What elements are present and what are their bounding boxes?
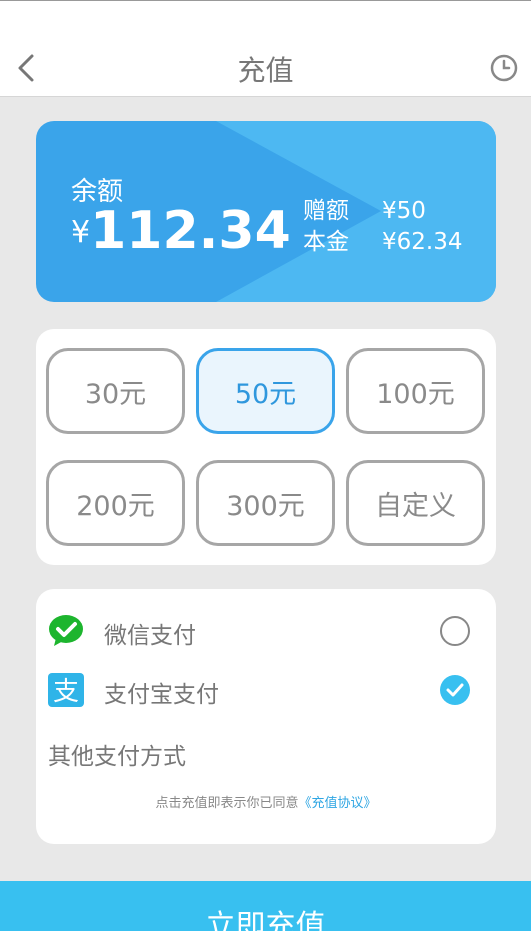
payment-methods: 微信支付 支 支付宝支付 其他支付方式 点击充值即表示你已同意《充值协议》 [36,589,496,844]
agreement-text: 点击充值即表示你已同意 [155,796,299,811]
amount-option-50[interactable]: 50元 [196,348,335,434]
page-title: 充值 [237,54,294,87]
principal-label: 本金 [303,229,349,255]
balance-amount: ¥112.34 [71,201,291,261]
amount-option-custom[interactable]: 自定义 [346,460,485,546]
payment-method-alipay[interactable]: 支 支付宝支付 [36,665,496,715]
wechat-pay-label: 微信支付 [104,623,196,649]
other-payment-methods[interactable]: 其他支付方式 [48,737,186,771]
wechat-pay-icon [48,614,84,648]
balance-breakdown-values: ¥50 ¥62.34 [382,196,462,258]
header: 充值 [0,0,531,97]
bonus-value: ¥50 [382,198,426,224]
amount-option-30[interactable]: 30元 [46,348,185,434]
bonus-label: 赠额 [303,198,349,224]
radio-unchecked-icon[interactable] [439,615,471,647]
payment-method-wechat[interactable]: 微信支付 [36,606,496,656]
balance-card: 余额 ¥112.34 赠额 本金 ¥50 ¥62.34 [36,121,496,302]
amount-option-200[interactable]: 200元 [46,460,185,546]
alipay-label: 支付宝支付 [104,682,219,708]
amount-option-100[interactable]: 100元 [346,348,485,434]
amount-options: 30元 50元 100元 200元 300元 自定义 [36,329,496,565]
recharge-now-button[interactable]: 立即充值 [0,881,531,931]
principal-value: ¥62.34 [382,229,463,255]
currency-symbol: ¥ [71,215,91,250]
balance-breakdown-labels: 赠额 本金 [303,196,349,258]
agreement-link[interactable]: 《充值协议》 [299,796,377,811]
balance-value: 112.34 [90,201,291,261]
svg-text:支: 支 [53,677,79,707]
agreement-note: 点击充值即表示你已同意《充值协议》 [36,792,496,811]
alipay-icon: 支 [48,673,84,707]
radio-checked-icon[interactable] [439,674,471,706]
amount-option-300[interactable]: 300元 [196,460,335,546]
clock-icon[interactable] [489,53,519,83]
